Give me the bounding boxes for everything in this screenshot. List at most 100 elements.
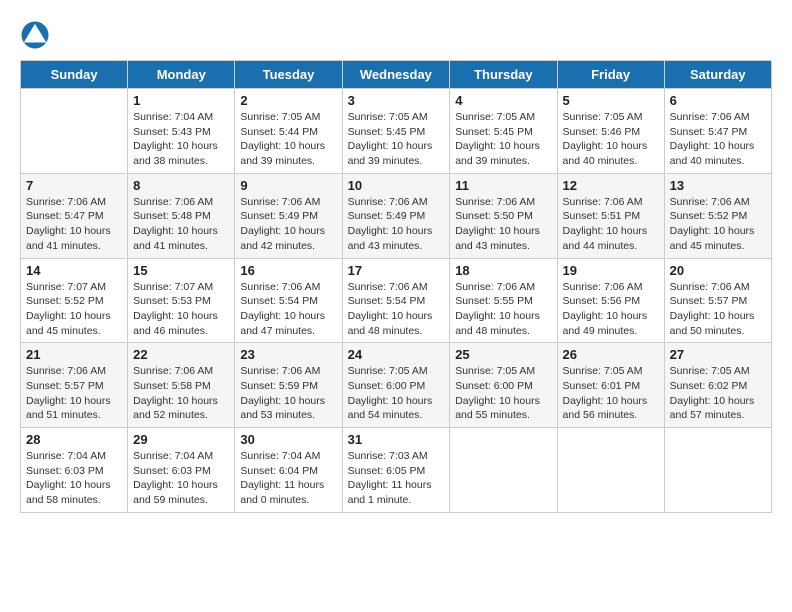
day-number: 15 [133,263,229,278]
calendar-cell: 20Sunrise: 7:06 AM Sunset: 5:57 PM Dayli… [664,258,771,343]
calendar-cell: 23 Sunrise: 7:06 AM Sunset: 5:59 PM Dayli… [235,343,342,428]
day-number: 17 [348,263,445,278]
day-number: 25 [455,347,551,362]
day-number: 30 [240,432,336,447]
day-info: Sunrise: 7:06 AM Sunset: 5:48 PM Dayligh… [133,195,229,254]
day-number: 22 [133,347,229,362]
calendar-cell [557,428,664,513]
day-info: Sunrise: 7:06 AM Sunset: 5:50 PM Dayligh… [455,195,551,254]
calendar-week-4: 21Sunrise: 7:06 AM Sunset: 5:57 PM Dayli… [21,343,772,428]
calendar-cell: 21Sunrise: 7:06 AM Sunset: 5:57 PM Dayli… [21,343,128,428]
calendar-cell: 5 Sunrise: 7:05 AM Sunset: 5:46 PM Daylig… [557,89,664,174]
calendar-cell: 3 Sunrise: 7:05 AM Sunset: 5:45 PM Daylig… [342,89,450,174]
calendar-cell: 31Sunrise: 7:03 AM Sunset: 6:05 PM Dayli… [342,428,450,513]
calendar-cell [21,89,128,174]
day-number: 8 [133,178,229,193]
day-info: Sunrise: 7:06 AM Sunset: 5:56 PM Dayligh… [563,280,659,339]
calendar-header-tuesday: Tuesday [235,61,342,89]
day-number: 6 [670,93,766,108]
calendar-cell: 12 Sunrise: 7:06 AM Sunset: 5:51 PM Dayli… [557,173,664,258]
day-info: Sunrise: 7:06 AM Sunset: 5:55 PM Dayligh… [455,280,551,339]
calendar-cell: 1 Sunrise: 7:04 AM Sunset: 5:43 PM Daylig… [128,89,235,174]
day-info: Sunrise: 7:06 AM Sunset: 5:47 PM Dayligh… [670,110,766,169]
day-info: Sunrise: 7:06 AM Sunset: 5:49 PM Dayligh… [348,195,445,254]
day-number: 18 [455,263,551,278]
day-info: Sunrise: 7:06 AM Sunset: 5:59 PM Dayligh… [240,364,336,423]
page-header [20,20,772,50]
day-info: Sunrise: 7:04 AM Sunset: 6:03 PM Dayligh… [133,449,229,508]
day-info: Sunrise: 7:04 AM Sunset: 6:03 PM Dayligh… [26,449,122,508]
day-info: Sunrise: 7:05 AM Sunset: 5:45 PM Dayligh… [455,110,551,169]
day-info: Sunrise: 7:06 AM Sunset: 5:58 PM Dayligh… [133,364,229,423]
calendar-header-saturday: Saturday [664,61,771,89]
day-number: 3 [348,93,445,108]
calendar-cell: 2Sunrise: 7:05 AM Sunset: 5:44 PM Daylig… [235,89,342,174]
calendar-header-wednesday: Wednesday [342,61,450,89]
calendar-week-3: 14Sunrise: 7:07 AM Sunset: 5:52 PM Dayli… [21,258,772,343]
calendar-cell: 29 Sunrise: 7:04 AM Sunset: 6:03 PM Dayli… [128,428,235,513]
calendar-header-friday: Friday [557,61,664,89]
calendar-cell: 22 Sunrise: 7:06 AM Sunset: 5:58 PM Dayli… [128,343,235,428]
calendar-week-2: 7Sunrise: 7:06 AM Sunset: 5:47 PM Daylig… [21,173,772,258]
day-info: Sunrise: 7:06 AM Sunset: 5:52 PM Dayligh… [670,195,766,254]
day-number: 26 [563,347,659,362]
day-number: 21 [26,347,122,362]
calendar-cell: 10 Sunrise: 7:06 AM Sunset: 5:49 PM Dayli… [342,173,450,258]
day-number: 19 [563,263,659,278]
day-info: Sunrise: 7:06 AM Sunset: 5:49 PM Dayligh… [240,195,336,254]
day-info: Sunrise: 7:04 AM Sunset: 5:43 PM Dayligh… [133,110,229,169]
calendar-cell: 7Sunrise: 7:06 AM Sunset: 5:47 PM Daylig… [21,173,128,258]
day-info: Sunrise: 7:06 AM Sunset: 5:54 PM Dayligh… [348,280,445,339]
day-info: Sunrise: 7:05 AM Sunset: 6:02 PM Dayligh… [670,364,766,423]
day-info: Sunrise: 7:06 AM Sunset: 5:51 PM Dayligh… [563,195,659,254]
calendar-cell: 26 Sunrise: 7:05 AM Sunset: 6:01 PM Dayli… [557,343,664,428]
calendar-cell: 16 Sunrise: 7:06 AM Sunset: 5:54 PM Dayli… [235,258,342,343]
day-number: 7 [26,178,122,193]
day-number: 14 [26,263,122,278]
calendar-header-row: SundayMondayTuesdayWednesdayThursdayFrid… [21,61,772,89]
day-number: 12 [563,178,659,193]
calendar-cell [450,428,557,513]
day-number: 13 [670,178,766,193]
day-info: Sunrise: 7:05 AM Sunset: 6:01 PM Dayligh… [563,364,659,423]
calendar-header-monday: Monday [128,61,235,89]
day-info: Sunrise: 7:03 AM Sunset: 6:05 PM Dayligh… [348,449,445,508]
day-number: 4 [455,93,551,108]
day-number: 10 [348,178,445,193]
day-number: 27 [670,347,766,362]
day-info: Sunrise: 7:06 AM Sunset: 5:54 PM Dayligh… [240,280,336,339]
calendar-cell: 18 Sunrise: 7:06 AM Sunset: 5:55 PM Dayli… [450,258,557,343]
day-info: Sunrise: 7:05 AM Sunset: 6:00 PM Dayligh… [455,364,551,423]
calendar-cell: 30Sunrise: 7:04 AM Sunset: 6:04 PM Dayli… [235,428,342,513]
day-number: 23 [240,347,336,362]
day-info: Sunrise: 7:05 AM Sunset: 5:45 PM Dayligh… [348,110,445,169]
calendar-cell: 24 Sunrise: 7:05 AM Sunset: 6:00 PM Dayli… [342,343,450,428]
calendar-cell: 13 Sunrise: 7:06 AM Sunset: 5:52 PM Dayli… [664,173,771,258]
logo [20,20,52,50]
calendar-cell: 6 Sunrise: 7:06 AM Sunset: 5:47 PM Daylig… [664,89,771,174]
calendar-cell: 28Sunrise: 7:04 AM Sunset: 6:03 PM Dayli… [21,428,128,513]
day-number: 16 [240,263,336,278]
calendar-table: SundayMondayTuesdayWednesdayThursdayFrid… [20,60,772,513]
calendar-cell: 8 Sunrise: 7:06 AM Sunset: 5:48 PM Daylig… [128,173,235,258]
calendar-cell: 19 Sunrise: 7:06 AM Sunset: 5:56 PM Dayli… [557,258,664,343]
day-number: 29 [133,432,229,447]
calendar-header-thursday: Thursday [450,61,557,89]
calendar-cell: 9 Sunrise: 7:06 AM Sunset: 5:49 PM Daylig… [235,173,342,258]
calendar-header-sunday: Sunday [21,61,128,89]
day-info: Sunrise: 7:07 AM Sunset: 5:53 PM Dayligh… [133,280,229,339]
day-info: Sunrise: 7:05 AM Sunset: 5:46 PM Dayligh… [563,110,659,169]
day-number: 24 [348,347,445,362]
day-info: Sunrise: 7:05 AM Sunset: 6:00 PM Dayligh… [348,364,445,423]
calendar-cell: 14Sunrise: 7:07 AM Sunset: 5:52 PM Dayli… [21,258,128,343]
day-number: 9 [240,178,336,193]
calendar-cell: 4 Sunrise: 7:05 AM Sunset: 5:45 PM Daylig… [450,89,557,174]
calendar-cell: 15 Sunrise: 7:07 AM Sunset: 5:53 PM Dayli… [128,258,235,343]
day-number: 11 [455,178,551,193]
logo-icon [20,20,50,50]
calendar-week-5: 28Sunrise: 7:04 AM Sunset: 6:03 PM Dayli… [21,428,772,513]
day-number: 1 [133,93,229,108]
day-number: 5 [563,93,659,108]
calendar-week-1: 1 Sunrise: 7:04 AM Sunset: 5:43 PM Daylig… [21,89,772,174]
day-number: 20 [670,263,766,278]
